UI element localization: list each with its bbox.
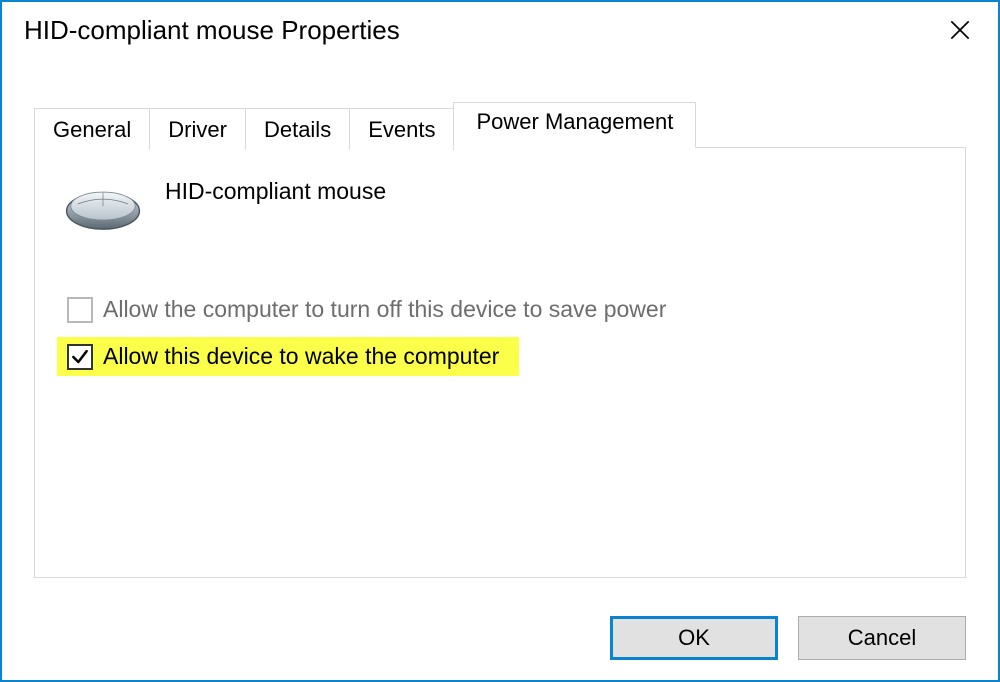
button-bar: OK Cancel bbox=[2, 598, 998, 680]
option-wake-computer[interactable]: Allow this device to wake the computer bbox=[57, 337, 519, 376]
cancel-button[interactable]: Cancel bbox=[798, 616, 966, 660]
properties-window: HID-compliant mouse Properties General D… bbox=[0, 0, 1000, 682]
device-name: HID-compliant mouse bbox=[165, 178, 386, 205]
titlebar: HID-compliant mouse Properties bbox=[2, 2, 998, 58]
close-icon[interactable] bbox=[940, 10, 980, 50]
tab-events[interactable]: Events bbox=[349, 108, 454, 150]
device-header: HID-compliant mouse bbox=[61, 176, 947, 236]
mouse-icon bbox=[61, 176, 145, 236]
option-turn-off-device: Allow the computer to turn off this devi… bbox=[57, 290, 947, 329]
tabbar: General Driver Details Events Power Mana… bbox=[34, 102, 966, 148]
tab-power-management[interactable]: Power Management bbox=[453, 102, 696, 148]
tab-details[interactable]: Details bbox=[245, 108, 350, 150]
label-wake: Allow this device to wake the computer bbox=[103, 343, 499, 370]
checkbox-wake[interactable] bbox=[67, 344, 93, 370]
label-turn-off: Allow the computer to turn off this devi… bbox=[103, 296, 666, 323]
checkbox-turn-off bbox=[67, 297, 93, 323]
tab-driver[interactable]: Driver bbox=[149, 108, 246, 150]
dialog-body: General Driver Details Events Power Mana… bbox=[2, 58, 998, 598]
ok-button[interactable]: OK bbox=[610, 616, 778, 660]
window-title: HID-compliant mouse Properties bbox=[24, 15, 400, 46]
tab-general[interactable]: General bbox=[34, 108, 150, 150]
tab-panel-power: HID-compliant mouse Allow the computer t… bbox=[34, 147, 966, 578]
